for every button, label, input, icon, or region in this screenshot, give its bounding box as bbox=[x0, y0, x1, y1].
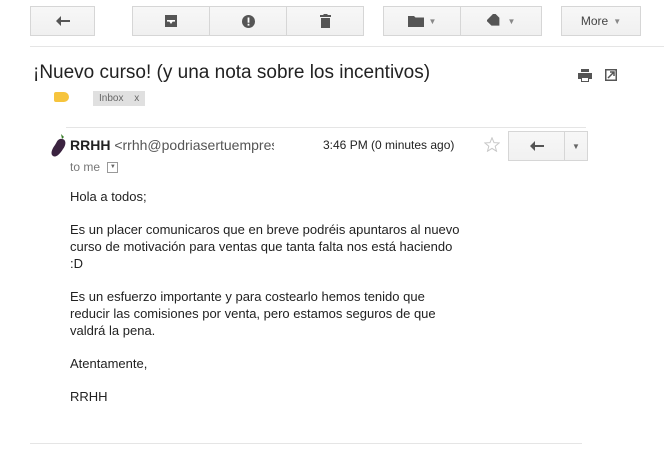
body-line: :D bbox=[70, 256, 83, 271]
body-greeting: Hola a todos; bbox=[70, 189, 147, 204]
delete-button[interactable] bbox=[286, 6, 364, 36]
recipient-line: to me ▼ bbox=[70, 160, 119, 174]
email-timestamp: 3:46 PM (0 minutes ago) bbox=[323, 138, 455, 152]
email-body: Hola a todos; Es un placer comunicaros q… bbox=[70, 188, 580, 421]
body-closing: Atentamente, bbox=[70, 356, 148, 371]
body-paragraph: Es un esfuerzo importante y para costear… bbox=[70, 288, 580, 339]
body-line: curso de motivación para ventas que tant… bbox=[70, 239, 453, 254]
remove-label-button[interactable]: x bbox=[134, 93, 139, 104]
body-line: reducir las comisiones por venta, pero e… bbox=[70, 306, 436, 321]
sender-avatar-eggplant-icon bbox=[51, 134, 66, 157]
more-button[interactable]: More ▼ bbox=[561, 6, 641, 36]
divider bbox=[66, 127, 586, 128]
move-to-button[interactable]: ▼ bbox=[383, 6, 461, 36]
more-label: More bbox=[580, 14, 609, 28]
importance-marker-icon[interactable] bbox=[54, 92, 69, 102]
body-signature: RRHH bbox=[70, 389, 108, 404]
folder-icon bbox=[407, 16, 424, 27]
chevron-down-icon: ▼ bbox=[613, 16, 622, 26]
reply-more-options[interactable]: ▼ bbox=[565, 132, 587, 160]
label-icon bbox=[486, 14, 499, 26]
show-details-chevron-icon[interactable]: ▼ bbox=[107, 162, 119, 174]
toolbar: ▼ ▼ More ▼ bbox=[0, 6, 664, 38]
reply-button-group: ▼ bbox=[508, 131, 588, 161]
body-paragraph: Es un placer comunicaros que en breve po… bbox=[70, 221, 580, 272]
label-chip-inbox[interactable]: Inbox x bbox=[93, 91, 146, 106]
reply-button[interactable] bbox=[509, 132, 565, 160]
sender-name[interactable]: RRHH bbox=[70, 137, 110, 153]
report-spam-button[interactable] bbox=[209, 6, 287, 36]
print-icon[interactable] bbox=[578, 69, 592, 82]
body-line: Es un esfuerzo importante y para costear… bbox=[70, 289, 425, 304]
back-arrow-icon bbox=[55, 16, 70, 26]
body-line: Es un placer comunicaros que en breve po… bbox=[70, 222, 460, 237]
body-line: valdrá la pena. bbox=[70, 323, 156, 338]
divider bbox=[30, 443, 582, 444]
reply-arrow-icon bbox=[529, 141, 544, 151]
chevron-down-icon: ▼ bbox=[428, 16, 437, 26]
archive-icon bbox=[165, 15, 177, 27]
sender-line: RRHH <rrhh@podriasertuempresa> bbox=[70, 137, 274, 153]
delete-icon bbox=[319, 14, 331, 28]
email-subject: ¡Nuevo curso! (y una nota sobre los ince… bbox=[33, 62, 431, 83]
label-chip-text: Inbox bbox=[99, 93, 124, 104]
sender-email: <rrhh@podriasertuempresa> bbox=[114, 137, 274, 153]
report-spam-icon bbox=[241, 14, 255, 28]
divider bbox=[30, 46, 664, 47]
labels-button[interactable]: ▼ bbox=[460, 6, 542, 36]
chevron-down-icon: ▼ bbox=[507, 16, 516, 26]
archive-button[interactable] bbox=[132, 6, 210, 36]
chevron-down-icon: ▼ bbox=[572, 141, 580, 151]
new-window-icon[interactable] bbox=[605, 69, 617, 81]
back-button[interactable] bbox=[30, 6, 95, 36]
recipient-text: to me bbox=[70, 160, 101, 174]
star-icon[interactable] bbox=[484, 137, 500, 152]
